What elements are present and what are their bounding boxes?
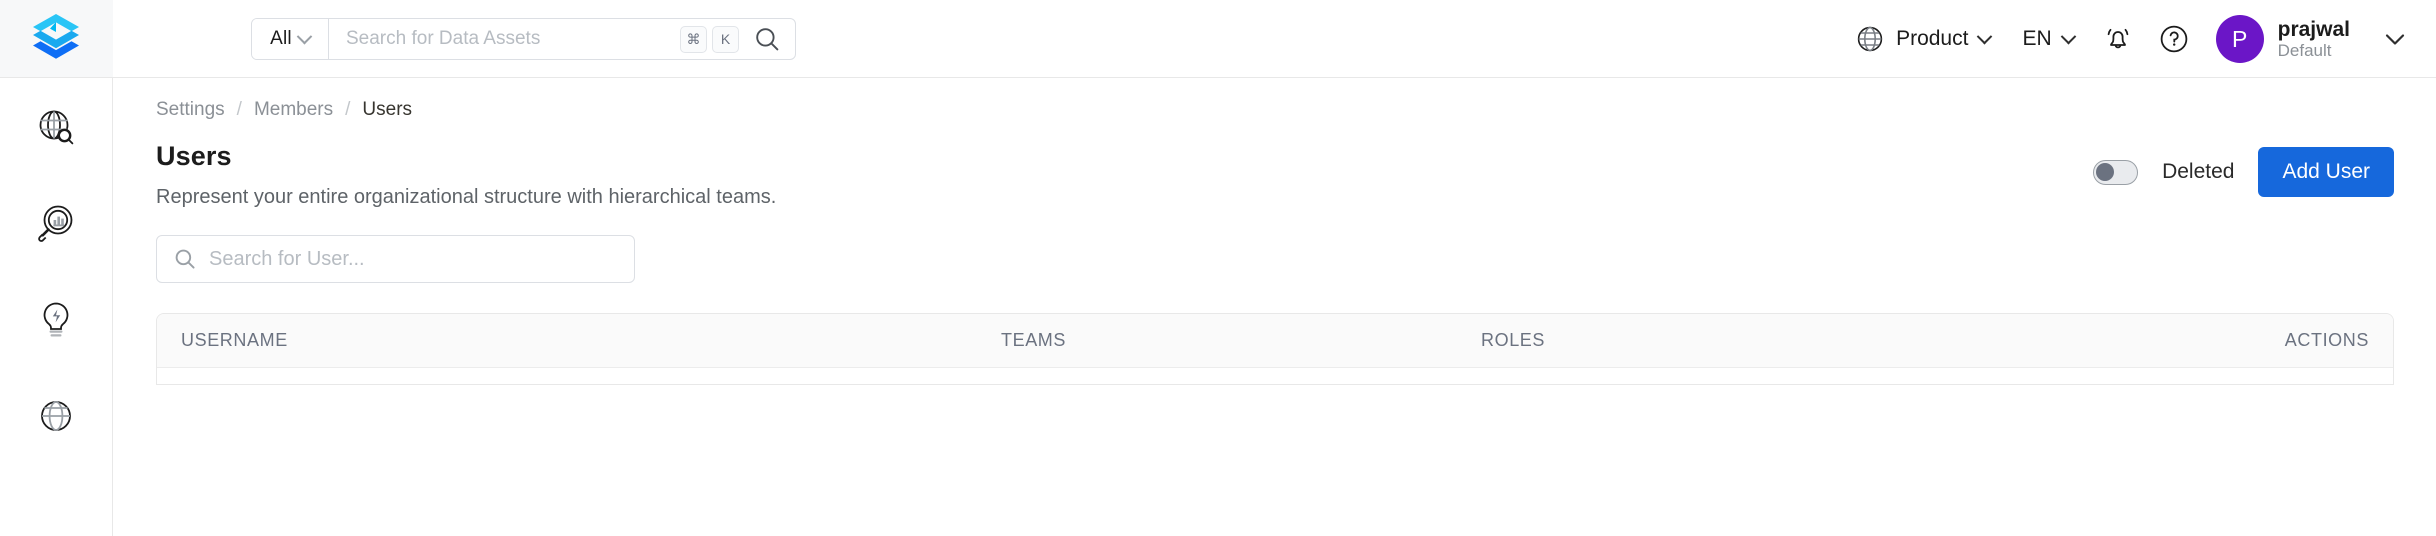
help-button[interactable] [2146, 0, 2202, 78]
avatar-initial: P [2231, 25, 2248, 52]
openmetadata-logo-icon [33, 13, 79, 59]
table-header-row: USERNAME TEAMS ROLES ACTIONS [157, 314, 2393, 368]
globe-search-icon [39, 110, 74, 145]
user-menu[interactable]: P prajwal Default [2202, 15, 2350, 63]
add-user-button[interactable]: Add User [2258, 147, 2394, 197]
column-header-roles[interactable]: ROLES [1457, 330, 1877, 351]
shortcut-cmd-key: ⌘ [680, 25, 707, 53]
language-menu-label: EN [2022, 27, 2052, 50]
search-input[interactable]: Search for Data Assets [346, 28, 675, 50]
bell-icon [2107, 28, 2128, 49]
chevron-down-icon [1977, 28, 1993, 44]
sidebar-nav [0, 78, 112, 444]
chevron-down-icon [2385, 34, 2405, 45]
chevron-down-icon [2060, 28, 2076, 44]
user-menu-toggle[interactable] [2380, 24, 2410, 54]
page-description: Represent your entire organizational str… [156, 186, 777, 208]
search-icon [756, 28, 779, 51]
user-search-box[interactable]: Search for User... [156, 235, 635, 283]
user-subtitle: Default [2277, 41, 2332, 61]
user-name: prajwal [2277, 17, 2350, 41]
globe-icon [41, 401, 71, 431]
user-search-input[interactable]: Search for User... [209, 248, 365, 271]
page-header-actions: Deleted Add User [2093, 147, 2394, 197]
user-info: prajwal Default [2278, 18, 2350, 61]
breadcrumb-separator: / [345, 99, 351, 120]
users-table: USERNAME TEAMS ROLES ACTIONS [156, 313, 2394, 385]
globe-icon [1857, 26, 1883, 52]
sidebar-item-observability[interactable] [19, 196, 93, 252]
breadcrumb-item-users[interactable]: Users [362, 99, 412, 121]
search-input-wrap[interactable]: Search for Data Assets ⌘ K [329, 19, 795, 59]
magnifier-chart-icon [38, 205, 73, 242]
breadcrumb-item-settings[interactable]: Settings [156, 99, 225, 121]
deleted-toggle-label: Deleted [2162, 160, 2235, 183]
sidebar-item-govern[interactable] [19, 388, 93, 444]
global-search: All Search for Data Assets ⌘ K [251, 18, 796, 60]
search-submit-button[interactable] [753, 25, 781, 53]
breadcrumb-separator: / [236, 99, 242, 120]
breadcrumb: Settings / Members / Users [156, 79, 2436, 121]
search-icon [175, 249, 195, 269]
page-content: Settings / Members / Users Users Represe… [113, 79, 2436, 536]
column-header-actions[interactable]: ACTIONS [1877, 330, 2393, 351]
product-menu[interactable]: Product [1839, 0, 2006, 78]
page-header-row: Users Represent your entire organization… [156, 141, 2436, 209]
header-right-group: Product EN P prajwal Default [1839, 0, 2414, 78]
app-root: All Search for Data Assets ⌘ K Product E… [0, 0, 2436, 536]
table-body [157, 368, 2393, 384]
search-scope-label: All [270, 28, 292, 49]
product-menu-label: Product [1896, 27, 1969, 50]
avatar: P [2215, 15, 2264, 63]
left-sidebar [0, 0, 113, 536]
chevron-down-icon [296, 28, 313, 44]
column-header-teams[interactable]: TEAMS [977, 330, 1457, 351]
help-circle-icon [2160, 25, 2187, 53]
page-title: Users [156, 141, 232, 171]
lightbulb-bolt-icon [43, 302, 69, 337]
toggle-knob [2096, 162, 2115, 181]
language-menu[interactable]: EN [2006, 0, 2089, 78]
sidebar-item-insights[interactable] [19, 292, 93, 348]
shortcut-k-key: K [712, 25, 739, 53]
app-logo[interactable] [0, 0, 113, 78]
page-header-text: Users Represent your entire organization… [156, 141, 776, 209]
column-header-username[interactable]: USERNAME [157, 330, 977, 351]
sidebar-item-explore[interactable] [19, 100, 93, 156]
breadcrumb-item-members[interactable]: Members [254, 99, 333, 121]
search-scope-dropdown[interactable]: All [252, 19, 329, 59]
deleted-toggle[interactable] [2093, 159, 2139, 185]
notifications-button[interactable] [2090, 0, 2146, 78]
